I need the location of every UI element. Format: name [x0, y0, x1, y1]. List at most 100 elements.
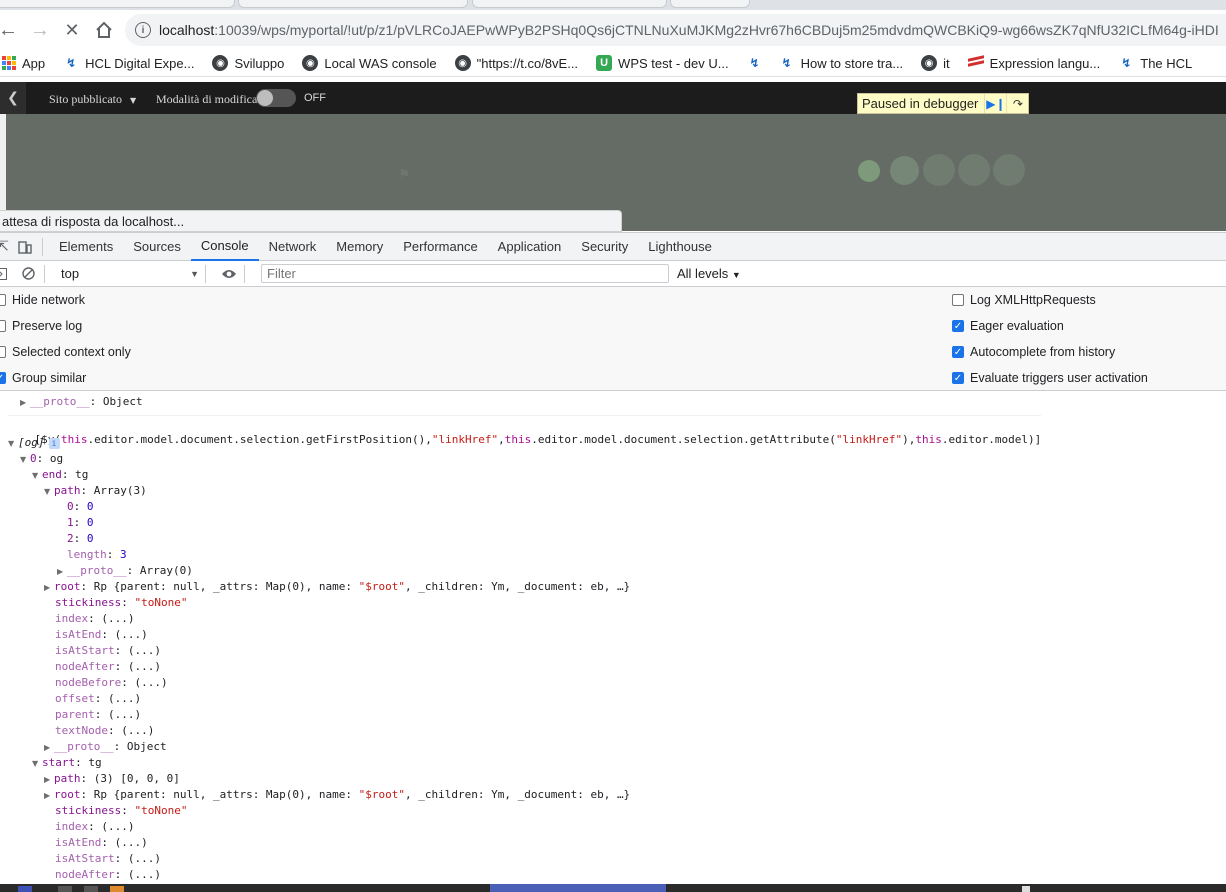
sidebar-toggle-icon[interactable]: [0, 267, 8, 280]
expand-triangle-icon[interactable]: ▶: [44, 740, 54, 756]
expand-triangle-icon[interactable]: ▶: [44, 788, 54, 804]
browser-tab[interactable]: [0, 0, 235, 8]
eye-icon[interactable]: [220, 268, 238, 280]
stop-loading-icon[interactable]: ✕: [56, 14, 88, 46]
value[interactable]: (...): [101, 612, 134, 625]
console-output[interactable]: ▶ __proto__: Object [$y(this.editor.model…: [0, 392, 1226, 884]
console-line[interactable]: ▼ [og] i: [8, 435, 60, 451]
console-command[interactable]: [$y(this.editor.model.document.selection…: [8, 415, 1042, 446]
console-line[interactable]: ▶ path: (3) [0, 0, 0]: [44, 771, 180, 787]
bookmark-tco[interactable]: ◉ "https://t.co/8vE...: [454, 55, 578, 71]
bookmark-sviluppo[interactable]: ◉ Sviluppo: [212, 55, 284, 71]
site-selector[interactable]: Sito pubblicato ▼: [49, 92, 136, 107]
value[interactable]: (...): [108, 692, 141, 705]
collapse-triangle-icon[interactable]: ▼: [20, 452, 30, 468]
expand-triangle-icon[interactable]: ▶: [20, 395, 30, 411]
console-line[interactable]: ▶ __proto__: Object: [20, 394, 143, 410]
checkbox-checked[interactable]: ✓: [952, 320, 964, 332]
value[interactable]: (...): [115, 628, 148, 641]
bookmark-app[interactable]: App: [2, 56, 45, 71]
console-line[interactable]: index: (...): [55, 819, 135, 835]
console-line[interactable]: parent: (...): [55, 707, 141, 723]
tab-memory[interactable]: Memory: [326, 233, 393, 261]
checkbox-checked[interactable]: ✓: [0, 372, 6, 384]
address-bar[interactable]: i localhost:10039/wps/myportal/!ut/p/z1/…: [125, 14, 1226, 46]
setting-group-similar[interactable]: ✓ Group similar: [0, 371, 86, 385]
forward-arrow-icon[interactable]: →: [24, 14, 56, 46]
back-arrow-icon[interactable]: ←: [0, 14, 24, 46]
value[interactable]: (...): [101, 820, 134, 833]
setting-log-xhr[interactable]: Log XMLHttpRequests: [952, 293, 1096, 307]
tab-network[interactable]: Network: [259, 233, 327, 261]
console-line[interactable]: ▶ root: Rp {parent: null, _attrs: Map(0),…: [44, 579, 630, 595]
setting-selected-context[interactable]: Selected context only: [0, 345, 131, 359]
checkbox-checked[interactable]: ✓: [952, 372, 964, 384]
bookmark-expression-language[interactable]: Expression langu...: [967, 55, 1100, 71]
expand-triangle-icon[interactable]: ▶: [44, 772, 54, 788]
collapse-triangle-icon[interactable]: ▼: [8, 436, 18, 452]
home-icon[interactable]: [88, 14, 120, 46]
console-line[interactable]: ▼ start: tg: [32, 755, 102, 771]
value[interactable]: (...): [121, 724, 154, 737]
edit-mode-toggle[interactable]: [256, 89, 296, 107]
expand-triangle-icon[interactable]: ▶: [57, 564, 67, 580]
bookmark-wps-test[interactable]: U WPS test - dev U...: [596, 55, 729, 71]
collapse-triangle-icon[interactable]: ▼: [32, 468, 42, 484]
info-badge-icon[interactable]: i: [48, 437, 60, 449]
setting-eager-evaluation[interactable]: ✓ Eager evaluation: [952, 319, 1064, 333]
filter-input[interactable]: Filter: [261, 264, 669, 283]
tab-security[interactable]: Security: [571, 233, 638, 261]
value[interactable]: (...): [134, 676, 167, 689]
tab-elements[interactable]: Elements: [49, 233, 123, 261]
console-line[interactable]: isAtStart: (...): [55, 851, 161, 867]
bookmark-hcl-unnamed[interactable]: ↯: [747, 55, 769, 71]
taskbar-icon[interactable]: [1022, 886, 1030, 892]
collapse-triangle-icon[interactable]: ▼: [32, 756, 42, 772]
device-toolbar-icon[interactable]: [14, 240, 36, 254]
setting-user-activation[interactable]: ✓ Evaluate triggers user activation: [952, 371, 1148, 385]
value[interactable]: (...): [128, 660, 161, 673]
browser-tab[interactable]: [238, 0, 468, 8]
setting-hide-network[interactable]: Hide network: [0, 293, 85, 307]
console-line[interactable]: ▼ end: tg: [32, 467, 88, 483]
expand-triangle-icon[interactable]: ▶: [44, 580, 54, 596]
console-line[interactable]: ▶ __proto__: Object: [44, 739, 167, 755]
bookmark-local-was[interactable]: ◉ Local WAS console: [302, 55, 437, 71]
console-line[interactable]: ▶ root: Rp {parent: null, _attrs: Map(0),…: [44, 787, 630, 803]
checkbox[interactable]: [0, 320, 6, 332]
chevron-left-icon[interactable]: ❮: [0, 82, 26, 114]
value[interactable]: (...): [128, 852, 161, 865]
inspect-element-icon[interactable]: ⇱: [0, 238, 14, 255]
bookmark-how-to-store[interactable]: ↯ How to store tra...: [779, 55, 904, 71]
value[interactable]: (...): [128, 644, 161, 657]
console-line[interactable]: isAtEnd: (...): [55, 835, 148, 851]
console-line[interactable]: isAtStart: (...): [55, 643, 161, 659]
tab-performance[interactable]: Performance: [393, 233, 487, 261]
console-line[interactable]: textNode: (...): [55, 723, 154, 739]
resume-icon[interactable]: ▶❙: [984, 94, 1006, 113]
bookmark-the-hcl[interactable]: ↯ The HCL: [1118, 55, 1192, 71]
checkbox[interactable]: [0, 294, 6, 306]
console-line[interactable]: nodeAfter: (...): [55, 867, 161, 883]
checkbox-checked[interactable]: ✓: [952, 346, 964, 358]
console-line[interactable]: ▼ 0: og: [20, 451, 63, 467]
console-line[interactable]: nodeAfter: (...): [55, 659, 161, 675]
taskbar-icon[interactable]: [84, 886, 98, 892]
taskbar-active-window[interactable]: [490, 884, 666, 892]
tab-application[interactable]: Application: [488, 233, 572, 261]
collapse-triangle-icon[interactable]: ▼: [44, 484, 54, 500]
context-selector[interactable]: top ▼: [61, 266, 199, 281]
step-over-icon[interactable]: ↷: [1006, 94, 1028, 113]
console-line[interactable]: isAtEnd: (...): [55, 627, 148, 643]
tab-sources[interactable]: Sources: [123, 233, 191, 261]
taskbar-icon[interactable]: [18, 886, 32, 892]
checkbox[interactable]: [0, 346, 6, 358]
browser-tab[interactable]: [472, 0, 667, 8]
value[interactable]: (...): [108, 708, 141, 721]
taskbar-icon[interactable]: [110, 886, 124, 892]
value[interactable]: (...): [115, 836, 148, 849]
value[interactable]: (...): [128, 868, 161, 881]
tab-lighthouse[interactable]: Lighthouse: [638, 233, 722, 261]
bookmark-hcl-digital[interactable]: ↯ HCL Digital Expe...: [63, 55, 194, 71]
bookmark-it[interactable]: ◉ it: [921, 55, 950, 71]
